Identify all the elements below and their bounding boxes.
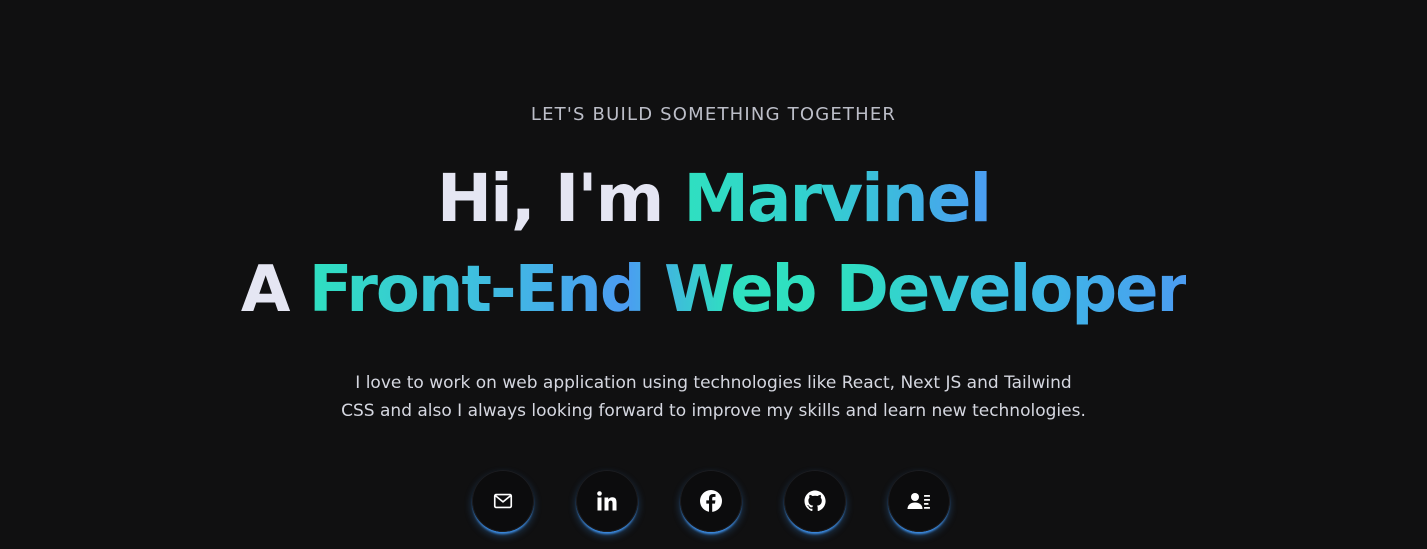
description-line-1: I love to work on web application using … bbox=[355, 373, 1072, 393]
linkedin-button[interactable] bbox=[576, 470, 638, 532]
social-links bbox=[472, 470, 952, 534]
linkedin-icon bbox=[595, 489, 619, 513]
contact-card-icon bbox=[906, 489, 932, 513]
github-icon bbox=[803, 489, 827, 513]
github-button[interactable] bbox=[784, 470, 846, 532]
email-button[interactable] bbox=[472, 470, 534, 532]
facebook-icon bbox=[699, 489, 723, 513]
mail-icon bbox=[492, 490, 514, 512]
role-title: Front-End Web Developer bbox=[308, 253, 1188, 327]
hero-role: A Front-End Web Developer bbox=[0, 258, 1427, 322]
hero-description: I love to work on web application using … bbox=[0, 369, 1427, 425]
hero-section: LET'S BUILD SOMETHING TOGETHER Hi, I'm M… bbox=[0, 0, 1427, 549]
hero-eyebrow: LET'S BUILD SOMETHING TOGETHER bbox=[530, 104, 897, 125]
resume-button[interactable] bbox=[888, 470, 950, 532]
role-prefix: A bbox=[240, 253, 309, 327]
greeting-prefix: Hi, I'm bbox=[436, 160, 684, 237]
facebook-button[interactable] bbox=[680, 470, 742, 532]
hero-greeting: Hi, I'm Marvinel bbox=[0, 166, 1427, 232]
hero-name: Marvinel bbox=[683, 160, 992, 237]
description-line-2: CSS and also I always looking forward to… bbox=[341, 401, 1086, 421]
